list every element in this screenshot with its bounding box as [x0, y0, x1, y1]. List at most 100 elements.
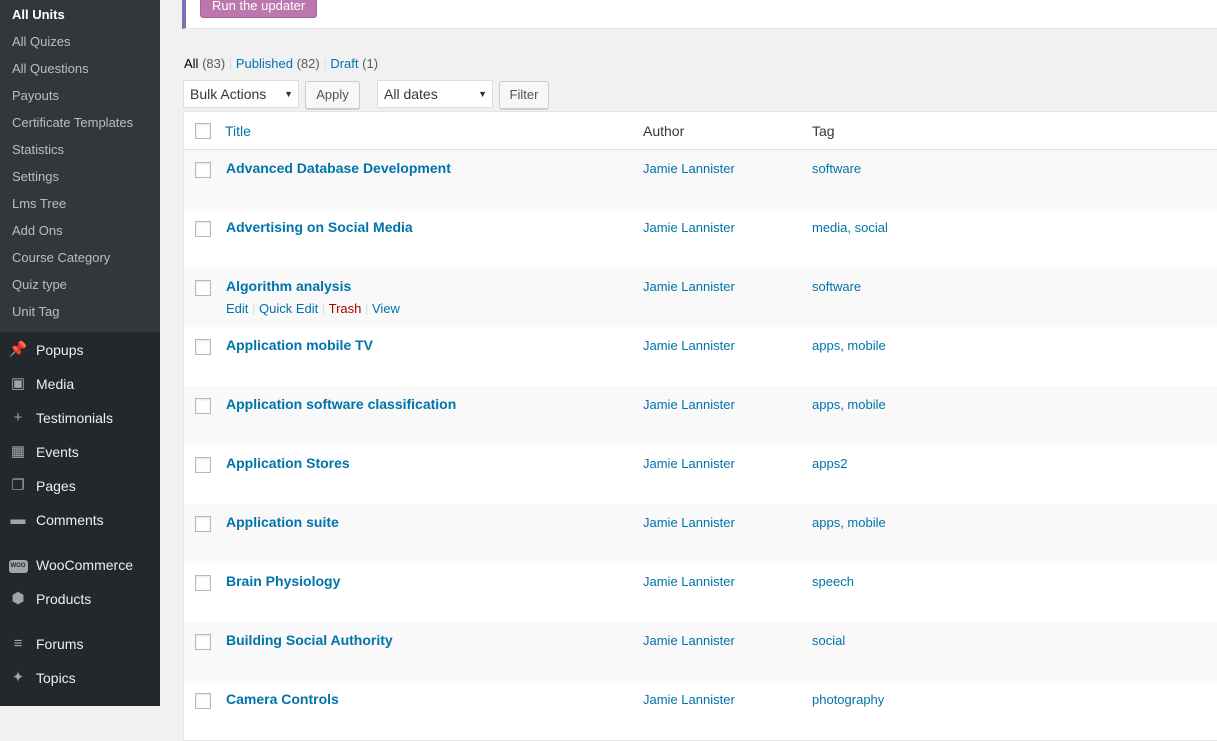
menu-item-label: Testimonials [36, 410, 114, 426]
submenu-item[interactable]: All Questions [0, 59, 160, 86]
row-title-link[interactable]: Application mobile TV [226, 337, 373, 353]
row-checkbox[interactable] [195, 693, 211, 709]
row-checkbox[interactable] [195, 457, 211, 473]
submenu-item[interactable]: Course Category [0, 248, 160, 275]
menu-item-label: Comments [36, 512, 104, 528]
submenu-item[interactable]: Quiz type [0, 275, 160, 302]
title-column-header[interactable]: Title [225, 123, 251, 139]
row-title-link[interactable]: Advertising on Social Media [226, 219, 413, 235]
row-actions: Edit | Quick Edit | Trash | View [226, 301, 400, 316]
menu-item[interactable]: ❐ Pages [0, 469, 160, 503]
row-action-trash[interactable]: Trash [329, 301, 362, 316]
view-draft-label: Draft [330, 56, 359, 71]
row-checkbox[interactable] [195, 575, 211, 591]
row-author-link[interactable]: Jamie Lannister [643, 279, 735, 294]
table-row: Application suite Jamie Lannister apps, mo… [184, 504, 1217, 563]
row-title-link[interactable]: Building Social Authority [226, 632, 393, 648]
submenu-item[interactable]: Lms Tree [0, 194, 160, 221]
menu-item[interactable]: ⬢ Products [0, 582, 160, 616]
submenu-item[interactable]: Unit Tag [0, 302, 160, 329]
action-separator: | [318, 301, 329, 316]
row-checkbox[interactable] [195, 634, 211, 650]
row-checkbox[interactable] [195, 398, 211, 414]
bulk-actions-select[interactable]: Bulk Actions ▼ [183, 80, 299, 108]
row-title-link[interactable]: Application Stores [226, 455, 350, 471]
status-views: All (83) | Published (82) | Draft (1) [184, 56, 378, 71]
row-checkbox[interactable] [195, 162, 211, 178]
submenu-item[interactable]: Statistics [0, 140, 160, 167]
pin-icon: 📌 [8, 341, 28, 358]
topics-icon: ✦ [11, 669, 25, 686]
pages-icon: ❐ [11, 477, 25, 494]
menu-item[interactable]: + Testimonials [0, 401, 160, 435]
row-tags[interactable]: software [812, 279, 861, 294]
row-tags[interactable]: media, social [812, 220, 888, 235]
view-published-label: Published [235, 56, 293, 71]
table-row: Application Stores Jamie Lannister apps2 [184, 445, 1217, 504]
row-author-link[interactable]: Jamie Lannister [643, 633, 735, 648]
row-title-link[interactable]: Application suite [226, 514, 339, 530]
menu-item[interactable]: WOO WooCommerce [0, 548, 160, 582]
row-title-link[interactable]: Application software classification [226, 396, 456, 412]
row-action-quick-edit[interactable]: Quick Edit [259, 301, 318, 316]
row-tags[interactable]: apps, mobile [812, 397, 886, 412]
apply-button[interactable]: Apply [305, 81, 360, 109]
filter-button[interactable]: Filter [499, 81, 549, 109]
row-checkbox[interactable] [195, 339, 211, 355]
row-author-link[interactable]: Jamie Lannister [643, 161, 735, 176]
row-title-link[interactable]: Algorithm analysis [226, 278, 351, 294]
submenu-item[interactable]: Add Ons [0, 221, 160, 248]
row-action-edit[interactable]: Edit [226, 301, 248, 316]
row-tags[interactable]: software [812, 161, 861, 176]
row-author-link[interactable]: Jamie Lannister [643, 515, 735, 530]
row-checkbox[interactable] [195, 516, 211, 532]
media-icon: ▣ [10, 375, 26, 392]
table-header: Title Author Tag [184, 112, 1217, 150]
menu-item[interactable]: 📌 Popups [0, 333, 160, 367]
run-updater-button[interactable]: Run the updater [200, 0, 318, 18]
row-checkbox[interactable] [195, 221, 211, 237]
row-action-view[interactable]: View [372, 301, 400, 316]
comment-icon: ▬ [10, 511, 26, 528]
row-author-link[interactable]: Jamie Lannister [643, 456, 735, 471]
row-author-link[interactable]: Jamie Lannister [643, 397, 735, 412]
menu-item[interactable]: ▦ Events [0, 435, 160, 469]
view-published-link[interactable]: Published (82) [236, 56, 320, 71]
plus-icon: + [13, 409, 23, 426]
view-all-label: All [184, 56, 199, 71]
row-tags[interactable]: apps, mobile [812, 338, 886, 353]
row-author-link[interactable]: Jamie Lannister [643, 220, 735, 235]
submenu-item[interactable]: All Units [0, 5, 160, 32]
menu-item[interactable]: ▣ Media [0, 367, 160, 401]
menu-item-label: WooCommerce [36, 557, 133, 573]
view-all-link[interactable]: All (83) [184, 56, 225, 71]
row-checkbox[interactable] [195, 280, 211, 296]
select-all-checkbox[interactable] [195, 123, 211, 139]
date-filter-select[interactable]: All dates ▼ [377, 80, 493, 108]
menu-item[interactable]: ✦ Topics [0, 661, 160, 695]
row-author-link[interactable]: Jamie Lannister [643, 338, 735, 353]
menu-item[interactable]: ≡ Forums [0, 627, 160, 661]
units-table: Title Author Tag Advanced Database Devel… [183, 111, 1217, 741]
menu-item-label: Topics [36, 670, 76, 686]
row-title-link[interactable]: Camera Controls [226, 691, 339, 707]
row-tags[interactable]: photography [812, 692, 884, 707]
submenu-item[interactable]: Certificate Templates [0, 113, 160, 140]
row-tags[interactable]: social [812, 633, 845, 648]
row-tags[interactable]: apps, mobile [812, 515, 886, 530]
row-title-link[interactable]: Advanced Database Development [226, 160, 451, 176]
row-title-link[interactable]: Brain Physiology [226, 573, 340, 589]
submenu-item[interactable]: All Quizes [0, 32, 160, 59]
row-tags[interactable]: speech [812, 574, 854, 589]
menu-item-label: Popups [36, 342, 84, 358]
row-author-link[interactable]: Jamie Lannister [643, 574, 735, 589]
menu-item[interactable]: ▬ Comments [0, 503, 160, 537]
row-author-link[interactable]: Jamie Lannister [643, 692, 735, 707]
view-draft-count: (1) [362, 56, 379, 71]
row-tags[interactable]: apps2 [812, 456, 847, 471]
submenu-item[interactable]: Settings [0, 167, 160, 194]
date-filter-value: All dates [384, 86, 438, 102]
submenu-item[interactable]: Payouts [0, 86, 160, 113]
menu-item-label: Products [36, 591, 92, 607]
view-draft-link[interactable]: Draft (1) [330, 56, 378, 71]
